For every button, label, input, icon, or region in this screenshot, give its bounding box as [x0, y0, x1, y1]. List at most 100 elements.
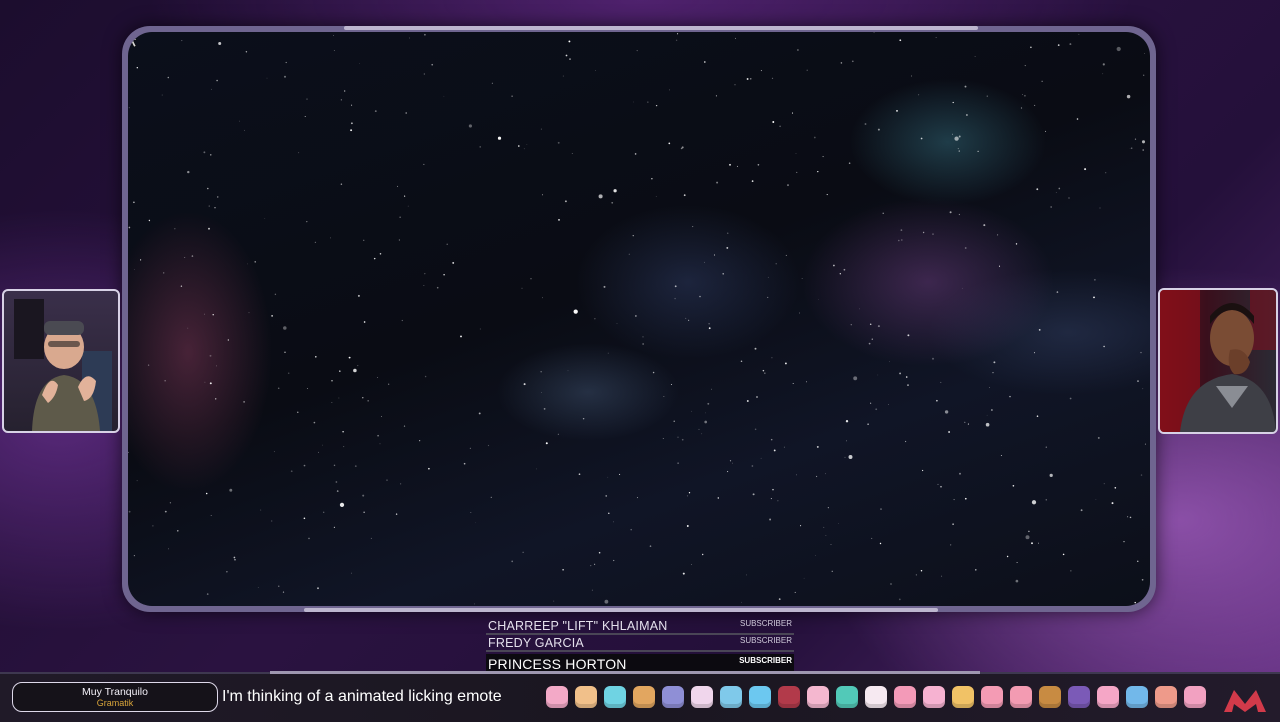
star — [773, 449, 776, 452]
kitty-emote-icon — [1010, 686, 1032, 708]
star — [1016, 561, 1018, 564]
star — [133, 268, 135, 270]
star — [343, 446, 345, 448]
star — [877, 128, 880, 131]
star — [806, 69, 808, 71]
star — [816, 475, 818, 478]
star — [315, 356, 317, 358]
star — [436, 286, 439, 289]
star — [1142, 149, 1144, 151]
star — [340, 183, 343, 185]
star — [935, 37, 937, 38]
star — [133, 555, 135, 557]
star — [619, 473, 621, 475]
star — [1137, 380, 1139, 382]
star — [1015, 243, 1018, 245]
star — [830, 544, 832, 545]
star — [655, 195, 657, 197]
star — [668, 142, 671, 145]
star — [715, 95, 717, 97]
star — [140, 259, 142, 261]
star — [1033, 352, 1036, 354]
star — [900, 239, 903, 241]
star — [1050, 206, 1052, 208]
star — [562, 568, 564, 571]
star — [229, 488, 233, 492]
star — [284, 75, 286, 78]
star — [636, 497, 638, 499]
star — [397, 185, 399, 187]
star — [357, 365, 359, 367]
star — [424, 33, 426, 36]
star — [567, 370, 569, 372]
star — [511, 560, 514, 563]
star — [905, 376, 908, 378]
star — [940, 485, 942, 488]
star — [169, 502, 171, 504]
now-playing-artist: Gramatik — [96, 698, 134, 708]
star — [762, 369, 765, 372]
star — [608, 512, 610, 515]
star — [469, 447, 471, 449]
star — [1069, 43, 1072, 46]
star — [133, 201, 135, 204]
person-webcam-icon — [1160, 290, 1276, 432]
star — [184, 257, 186, 258]
star — [871, 338, 874, 340]
star — [771, 357, 773, 359]
star — [284, 351, 286, 353]
star — [403, 425, 406, 427]
star — [992, 371, 994, 374]
star — [704, 420, 708, 424]
star — [663, 396, 665, 397]
frame-top-accent — [344, 26, 978, 30]
star — [398, 239, 401, 241]
star — [647, 101, 649, 103]
star — [168, 548, 169, 550]
star — [673, 420, 675, 422]
peach-emote-icon — [1155, 686, 1177, 708]
star — [540, 371, 542, 373]
star — [787, 184, 789, 187]
star — [409, 37, 410, 39]
star — [772, 121, 775, 123]
star — [1093, 296, 1095, 299]
star — [470, 511, 472, 514]
webcam-left — [2, 289, 120, 433]
star — [1102, 73, 1104, 75]
star — [266, 77, 268, 79]
star — [838, 523, 840, 524]
star — [791, 112, 794, 114]
star — [669, 89, 670, 91]
star — [965, 114, 968, 116]
star — [964, 421, 966, 423]
star — [1134, 138, 1137, 140]
star — [206, 593, 209, 595]
star — [831, 570, 833, 572]
recent-subscribers: CHARREEP "LIFT" KHLAIMAN SUBSCRIBER FRED… — [486, 618, 794, 674]
star — [208, 227, 210, 230]
star — [278, 585, 280, 587]
star — [630, 528, 632, 531]
star — [564, 200, 567, 203]
star — [722, 273, 724, 275]
star — [740, 360, 743, 363]
star — [796, 171, 798, 173]
star — [147, 364, 150, 366]
star — [1000, 454, 1002, 457]
star — [290, 470, 293, 473]
star — [1057, 44, 1060, 46]
star — [864, 123, 867, 125]
white-emote-icon — [865, 686, 887, 708]
star — [754, 347, 757, 350]
star — [1123, 541, 1125, 543]
star — [1134, 601, 1136, 604]
star — [214, 398, 217, 400]
star — [632, 101, 634, 103]
star — [771, 77, 774, 79]
star — [1080, 509, 1083, 512]
star — [991, 409, 993, 411]
star — [598, 194, 603, 199]
star — [354, 465, 357, 467]
star — [635, 315, 637, 317]
